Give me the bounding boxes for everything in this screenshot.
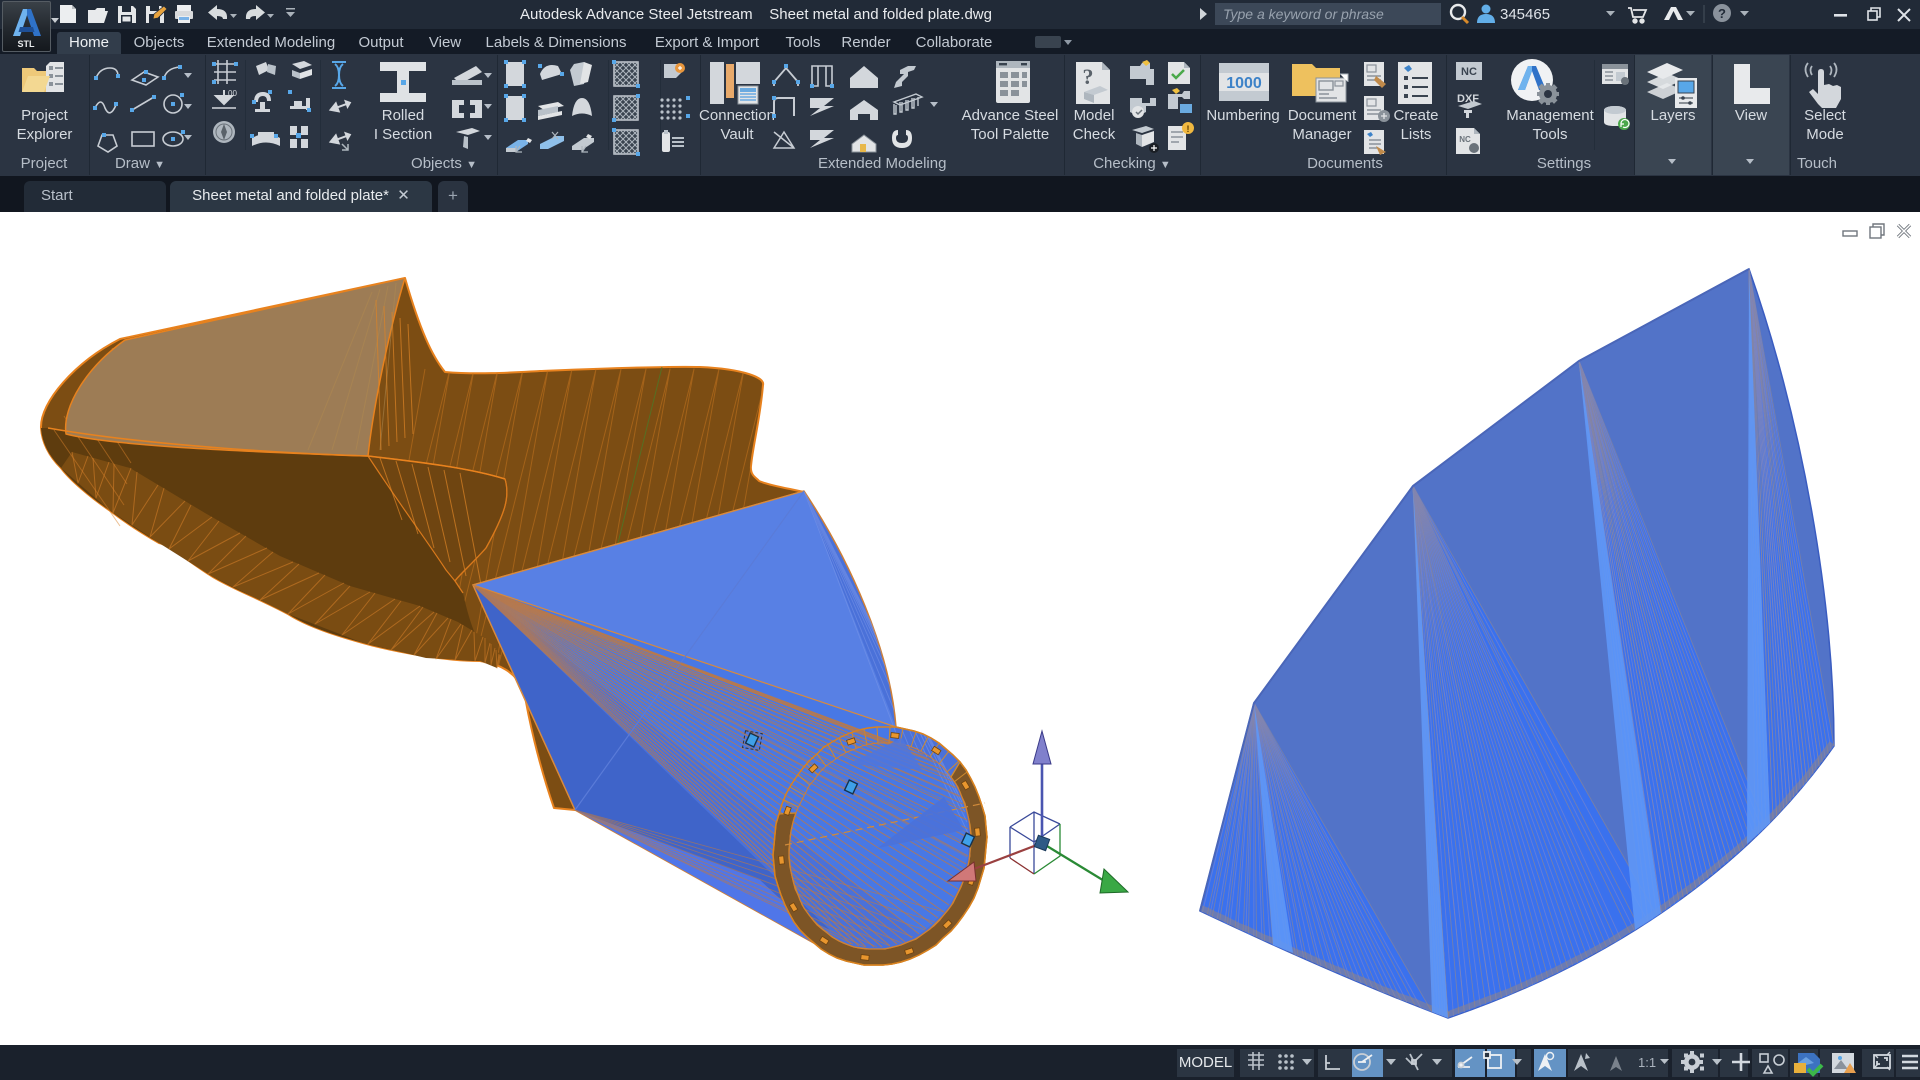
- svg-text:!: !: [1187, 124, 1190, 134]
- svg-text:1:1: 1:1: [1638, 1055, 1656, 1070]
- svg-text:?: ?: [1718, 6, 1726, 21]
- svg-text:?: ?: [1083, 64, 1094, 89]
- svg-text:STL: STL: [18, 39, 36, 49]
- svg-text:1000: 1000: [1226, 75, 1262, 92]
- svg-text:NC: NC: [1461, 66, 1477, 78]
- svg-text:00: 00: [228, 89, 237, 98]
- svg-text:NC: NC: [1459, 135, 1471, 144]
